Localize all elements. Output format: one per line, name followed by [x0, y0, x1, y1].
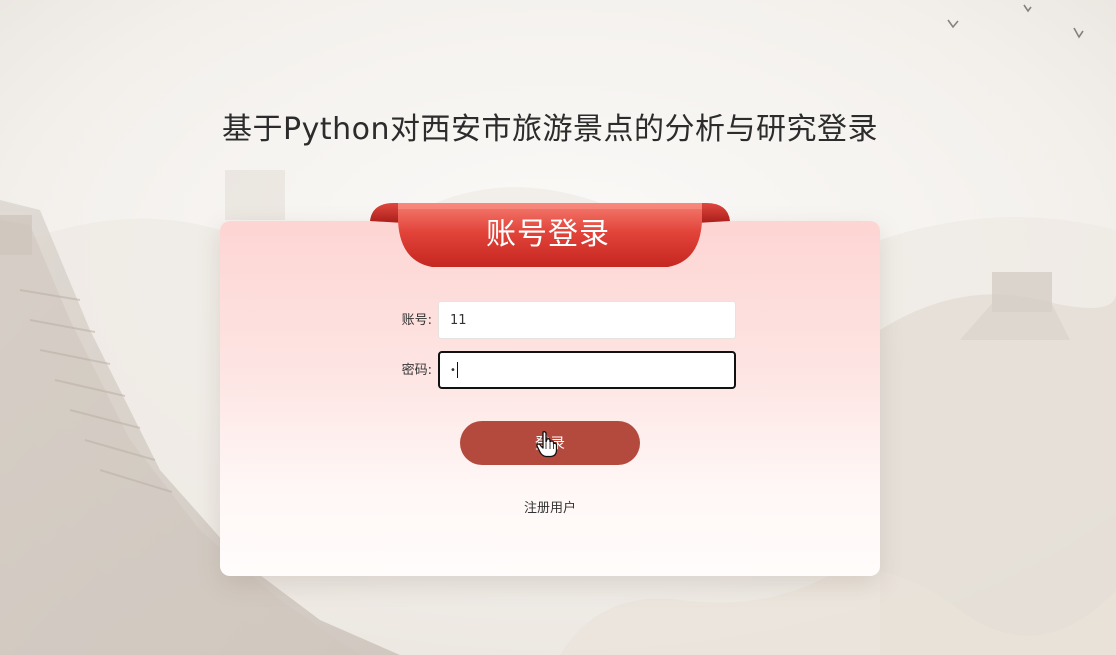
- account-label: 账号:: [401, 313, 432, 328]
- page-title: 基于Python对西安市旅游景点的分析与研究登录: [222, 112, 878, 147]
- password-row: 密码: •: [380, 351, 740, 391]
- login-ribbon: 账号登录: [368, 201, 732, 271]
- login-card: [220, 221, 880, 576]
- text-caret: [456, 361, 458, 378]
- ribbon-title: 账号登录: [486, 217, 610, 252]
- account-input[interactable]: 11: [438, 301, 736, 339]
- password-input[interactable]: •: [438, 351, 736, 389]
- hand-pointer-icon: [536, 431, 558, 458]
- password-masked-value: •: [450, 365, 456, 376]
- account-row: 账号: 11: [380, 301, 740, 341]
- register-link[interactable]: 注册用户: [490, 497, 610, 516]
- password-label: 密码:: [401, 363, 432, 378]
